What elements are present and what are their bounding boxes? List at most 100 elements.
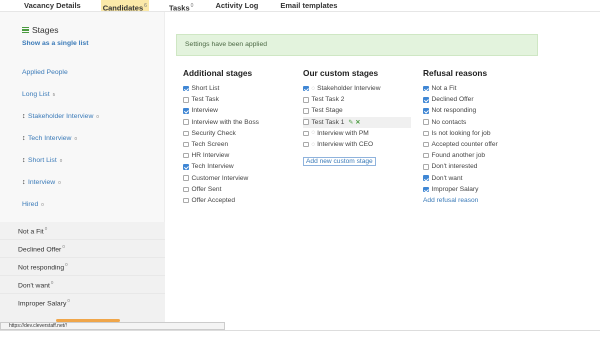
show-single-list-link[interactable]: Show as a single list <box>22 40 88 47</box>
stage-label: Applied People <box>22 69 68 76</box>
stage-option-row: Tech Screen <box>183 139 259 150</box>
stage-count: 5 <box>52 92 56 97</box>
stage-count: 0 <box>58 180 61 185</box>
tab-activity-log[interactable]: Activity Log <box>213 0 260 11</box>
stage-option-label: Tech Interview <box>191 163 234 171</box>
stage-option-label: Found another job <box>431 152 486 160</box>
stage-checkbox[interactable] <box>303 119 309 125</box>
drag-handle-icon[interactable]: ↕ <box>22 113 26 120</box>
stage-option-row: Security Check <box>183 128 259 139</box>
tab-label: Email templates <box>280 1 338 10</box>
refusal-count: 0 <box>67 298 70 303</box>
stage-checkbox[interactable] <box>423 130 429 137</box>
stage-checkbox[interactable] <box>423 164 429 170</box>
stage-option-row: Offer Sent <box>183 184 259 195</box>
sidebar-stage-long-list[interactable]: Long List 5 <box>22 91 55 98</box>
refusal-label: Don't want <box>18 282 50 290</box>
tab-email-templates[interactable]: Email templates <box>278 0 339 11</box>
stage-option-label: Test Task 2 <box>311 96 345 104</box>
stages-heading: Stages <box>22 25 58 35</box>
edit-icon[interactable]: ✎ <box>348 119 353 126</box>
tab-vacancy-details[interactable]: Vacancy Details <box>22 0 83 11</box>
add-custom-stage-link[interactable]: Add new custom stage <box>303 157 376 167</box>
stage-checkbox[interactable] <box>423 141 429 148</box>
additional-stages-column: Additional stages Short List Test Task Int… <box>183 68 259 206</box>
tab-candidates[interactable]: Candidates6 <box>100 0 149 12</box>
stages-title: Stages <box>32 25 59 35</box>
comment-icon: ◌ <box>311 130 316 137</box>
vacancy-tabs: Vacancy Details Candidates6 Tasks0 Activ… <box>22 0 339 12</box>
stages-list-icon <box>22 27 29 33</box>
stage-checkbox[interactable] <box>183 85 189 92</box>
stage-checkbox[interactable] <box>183 175 189 181</box>
sidebar-refusal-improper-salary[interactable]: Improper Salary0 <box>18 298 70 307</box>
stage-option-label: Declined Offer <box>431 96 474 104</box>
stage-checkbox[interactable] <box>183 164 189 170</box>
stage-option-label: Security Check <box>191 129 236 137</box>
stage-checkbox[interactable] <box>423 119 429 125</box>
sidebar-stage-stakeholder-interview[interactable]: ↕ Stakeholder Interview 0 <box>22 113 99 120</box>
divider <box>0 239 165 240</box>
drag-handle-icon[interactable]: ↕ <box>22 179 26 186</box>
stage-option-row: Declined Offer <box>423 94 498 105</box>
top-bar: Vacancy Details Candidates6 Tasks0 Activ… <box>0 0 600 12</box>
stage-option-label: HR Interview <box>191 152 230 160</box>
success-alert: Settings have been applied <box>176 34 538 56</box>
stage-checkbox[interactable] <box>183 97 189 103</box>
stage-option-row: Tech Interview <box>183 161 259 172</box>
divider <box>0 257 165 258</box>
refusal-count: 0 <box>65 262 68 267</box>
stage-option-row: Not a Fit <box>423 83 498 94</box>
sidebar-stage-interview[interactable]: ↕ Interview 0 <box>22 179 61 186</box>
stage-option-row: Offer Accepted <box>183 195 259 206</box>
sidebar-refusal-not-responding[interactable]: Not responding0 <box>18 262 68 271</box>
stage-checkbox[interactable] <box>183 152 189 159</box>
stage-checkbox[interactable] <box>423 97 429 103</box>
stage-checkbox[interactable] <box>183 130 189 137</box>
stage-option-row: Test Task 1 ✎ ✕ <box>303 116 411 128</box>
stage-label: Hired <box>22 201 39 208</box>
custom-stages-column: Our custom stages ◌ Stakeholder Interview… <box>303 68 411 168</box>
stage-checkbox[interactable] <box>303 97 309 103</box>
stage-option-row: Interview <box>183 105 259 116</box>
stage-checkbox[interactable] <box>303 130 309 137</box>
stage-checkbox[interactable] <box>303 85 309 92</box>
stage-option-label: Short List <box>191 85 220 93</box>
sidebar-refusal-declined-offer[interactable]: Declined Offer0 <box>18 244 65 253</box>
drag-handle-icon[interactable]: ↕ <box>22 157 26 164</box>
stage-checkbox[interactable] <box>183 119 189 125</box>
sidebar-stage-hired[interactable]: Hired 0 <box>22 201 44 208</box>
stage-checkbox[interactable] <box>423 186 429 193</box>
stage-checkbox[interactable] <box>183 197 189 204</box>
stage-option-label: Tech Screen <box>191 141 229 149</box>
sidebar-refusal-dont-want[interactable]: Don't want0 <box>18 280 53 289</box>
divider <box>0 330 600 331</box>
tab-tasks[interactable]: Tasks0 <box>167 0 196 12</box>
sidebar-stage-tech-interview[interactable]: ↕ Tech Interview 0 <box>22 135 77 142</box>
stage-option-label: Interview with PM <box>317 129 369 137</box>
stage-option-label: Customer Interview <box>191 174 249 182</box>
stage-checkbox[interactable] <box>423 108 429 114</box>
tab-badge: 0 <box>190 3 194 9</box>
tab-label: Vacancy Details <box>24 1 81 10</box>
stage-checkbox[interactable] <box>423 85 429 92</box>
sidebar-stage-short-list[interactable]: ↕ Short List 0 <box>22 157 62 164</box>
stage-checkbox[interactable] <box>303 141 309 148</box>
add-refusal-reason-link[interactable]: Add refusal reason <box>423 197 498 204</box>
sidebar-stage-applied-people[interactable]: Applied People <box>22 69 68 76</box>
stage-checkbox[interactable] <box>183 108 189 114</box>
stage-label: Long List <box>22 91 50 98</box>
delete-icon[interactable]: ✕ <box>355 119 360 126</box>
stage-checkbox[interactable] <box>423 175 429 181</box>
stage-checkbox[interactable] <box>303 108 309 114</box>
stage-checkbox[interactable] <box>183 186 189 193</box>
stage-option-row: Found another job <box>423 150 498 161</box>
stage-checkbox[interactable] <box>423 152 429 159</box>
stage-option-row: ◌ Stakeholder Interview <box>303 83 411 94</box>
stage-option-row: Don't interested <box>423 161 498 172</box>
stage-option-label: Improper Salary <box>431 185 479 193</box>
stage-checkbox[interactable] <box>183 141 189 148</box>
tab-badge: 6 <box>144 3 147 9</box>
drag-handle-icon[interactable]: ↕ <box>22 135 26 142</box>
sidebar-refusal-not-a-fit[interactable]: Not a Fit0 <box>18 226 47 235</box>
